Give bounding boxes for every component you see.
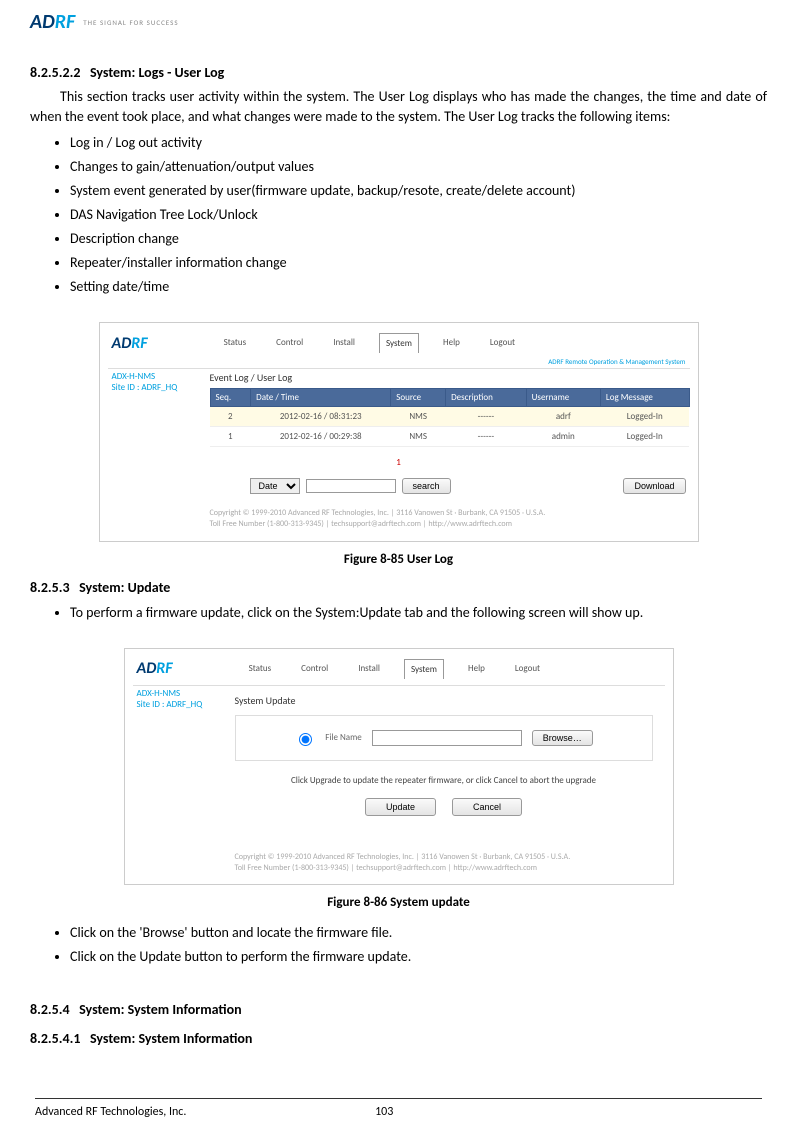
list-item: DAS Navigation Tree Lock/Unlock: [70, 204, 767, 225]
section-heading-sysinfo: 8.2.5.4 System: System Information: [30, 1001, 767, 1018]
section-heading-sysinfo-sub: 8.2.5.4.1 System: System Information: [30, 1030, 767, 1047]
nav-logout[interactable]: Logout: [484, 333, 521, 353]
sec-title: System: Logs - User Log: [90, 64, 224, 81]
nav-help[interactable]: Help: [437, 333, 466, 353]
list-item: To perform a firmware update, click on t…: [70, 602, 767, 623]
list-item: Changes to gain/attenuation/output value…: [70, 156, 767, 177]
list-item: Description change: [70, 228, 767, 249]
screenshot-userlog: ADRF Status Control Install System Help …: [99, 322, 699, 541]
shot-roms-tagline: ADRF Remote Operation & Management Syste…: [100, 357, 698, 368]
browse-button[interactable]: Browse…: [532, 730, 593, 746]
search-input[interactable]: [306, 479, 396, 493]
userlog-table: Seq. Date / Time Source Description User…: [210, 388, 690, 447]
sec-title: System: Update: [79, 579, 170, 596]
section-heading-userlog: 8.2.5.2.2 System: Logs - User Log: [30, 64, 767, 81]
nav-status[interactable]: Status: [218, 333, 253, 353]
nav-control[interactable]: Control: [295, 659, 334, 679]
search-field-select[interactable]: Date: [250, 478, 300, 494]
figure-caption-userlog: Figure 8-85 User Log: [30, 552, 767, 567]
sec-title: System: System Information: [79, 1001, 242, 1018]
file-box: File Name Browse…: [235, 715, 653, 761]
sec-title: System: System Information: [90, 1030, 253, 1047]
screenshot-sysupdate: ADRF Status Control Install System Help …: [124, 648, 674, 885]
sec-num: 8.2.5.3: [30, 579, 70, 596]
logo-seg2: RF: [55, 10, 75, 34]
footer-rule: [35, 1098, 762, 1099]
update-steps-list: Click on the 'Browse' button and locate …: [30, 922, 767, 967]
th-datetime: Date / Time: [251, 389, 391, 407]
shot-footer: Copyright © 1999-2010 Advanced RF Techno…: [100, 502, 698, 540]
list-item: Repeater/installer information change: [70, 252, 767, 273]
list-item: Click on the 'Browse' button and locate …: [70, 922, 767, 943]
page-header: ADRF THE SIGNAL FOR SUCCESS: [30, 10, 767, 34]
list-item: Setting date/time: [70, 276, 767, 297]
nav-system[interactable]: System: [379, 333, 419, 353]
sec-num: 8.2.5.4.1: [30, 1030, 80, 1047]
pager[interactable]: 1: [100, 457, 698, 468]
search-button[interactable]: search: [402, 478, 451, 494]
nav-control[interactable]: Control: [270, 333, 309, 353]
search-row: Date search Download: [250, 478, 698, 494]
nav-install[interactable]: Install: [327, 333, 361, 353]
nav-install[interactable]: Install: [352, 659, 386, 679]
action-buttons: Update Cancel: [235, 798, 653, 816]
list-item: Click on the Update button to perform th…: [70, 946, 767, 967]
tracked-items-list: Log in / Log out activity Changes to gai…: [30, 132, 767, 297]
shot-logo: ADRF: [112, 334, 148, 353]
cancel-button[interactable]: Cancel: [452, 798, 522, 816]
list-item: System event generated by user(firmware …: [70, 180, 767, 201]
th-source: Source: [391, 389, 446, 407]
file-path-input[interactable]: [372, 730, 522, 746]
update-intro-list: To perform a firmware update, click on t…: [30, 602, 767, 623]
section-heading-update: 8.2.5.3 System: Update: [30, 579, 767, 596]
intro-paragraph: This section tracks user activity within…: [30, 87, 767, 126]
shot-footer: Copyright © 1999-2010 Advanced RF Techno…: [125, 846, 673, 884]
breadcrumb: Event Log / User Log: [100, 369, 698, 388]
file-radio[interactable]: [299, 733, 312, 746]
table-row: 1 2012-02-16 / 00:29:38 NMS ------ admin…: [210, 427, 689, 447]
page-footer: Advanced RF Technologies, Inc. 103: [0, 1105, 797, 1129]
shot-nav: Status Control Install System Help Logou…: [218, 333, 521, 353]
figure-caption-sysupdate: Figure 8-86 System update: [30, 895, 767, 910]
nav-help[interactable]: Help: [462, 659, 491, 679]
th-username: Username: [526, 389, 600, 407]
sec-num: 8.2.5.4: [30, 1001, 70, 1018]
upgrade-note: Click Upgrade to update the repeater fir…: [235, 775, 653, 786]
th-logmessage: Log Message: [600, 389, 689, 407]
shot-logo: ADRF: [137, 659, 173, 678]
logo: ADRF: [30, 10, 75, 34]
th-description: Description: [446, 389, 527, 407]
shot-header: ADRF Status Control Install System Help …: [100, 323, 698, 357]
sec-num: 8.2.5.2.2: [30, 64, 80, 81]
shot-header: ADRF Status Control Install System Help …: [125, 649, 673, 685]
table-row: 2 2012-02-16 / 08:31:23 NMS ------ adrf …: [210, 407, 689, 427]
page-number: 103: [375, 1105, 393, 1119]
nav-system[interactable]: System: [404, 659, 444, 679]
shot-nav: Status Control Install System Help Logou…: [243, 659, 546, 679]
download-button[interactable]: Download: [623, 478, 685, 494]
figure-sysupdate: ADRF Status Control Install System Help …: [30, 648, 767, 885]
logo-seg1: AD: [30, 10, 55, 34]
footer-company: Advanced RF Technologies, Inc.: [35, 1105, 186, 1119]
list-item: Log in / Log out activity: [70, 132, 767, 153]
nav-logout[interactable]: Logout: [509, 659, 546, 679]
nav-status[interactable]: Status: [243, 659, 278, 679]
logo-tagline: THE SIGNAL FOR SUCCESS: [83, 18, 178, 27]
th-seq: Seq.: [210, 389, 251, 407]
update-button[interactable]: Update: [365, 798, 436, 816]
file-label: File Name: [325, 732, 362, 743]
figure-userlog: ADRF Status Control Install System Help …: [30, 322, 767, 541]
sysupdate-heading: System Update: [235, 688, 653, 715]
